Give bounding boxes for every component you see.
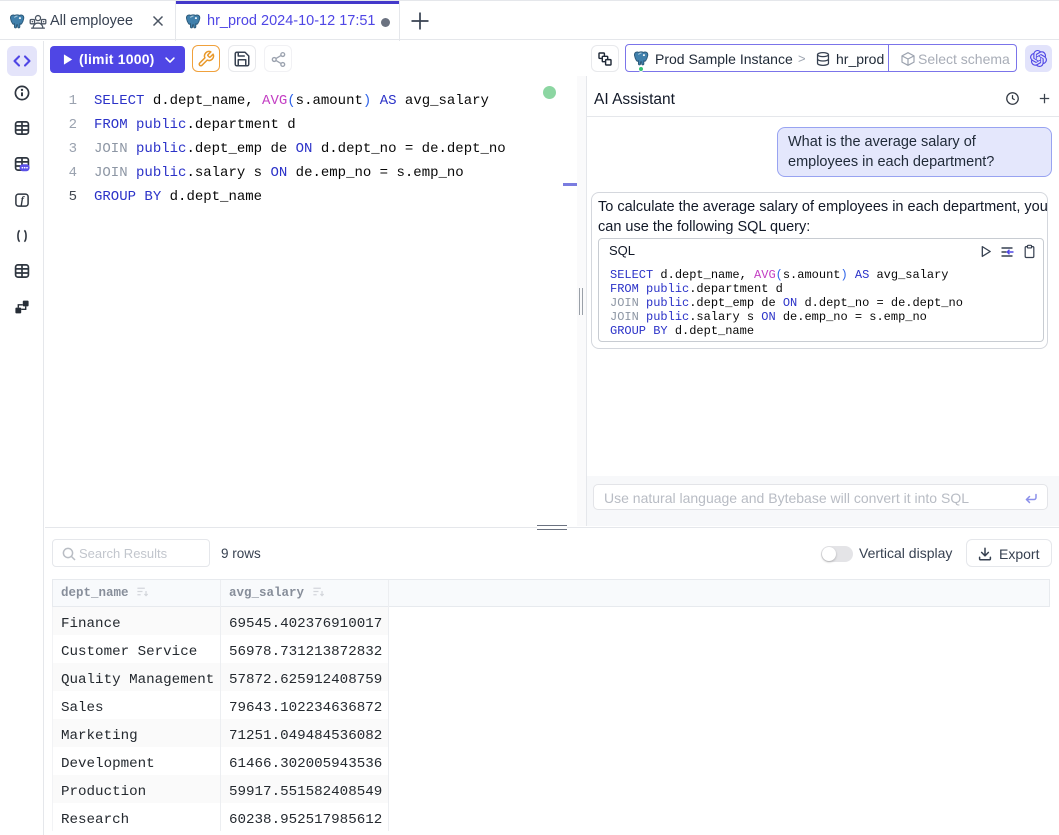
svg-text:f: f	[21, 196, 26, 207]
